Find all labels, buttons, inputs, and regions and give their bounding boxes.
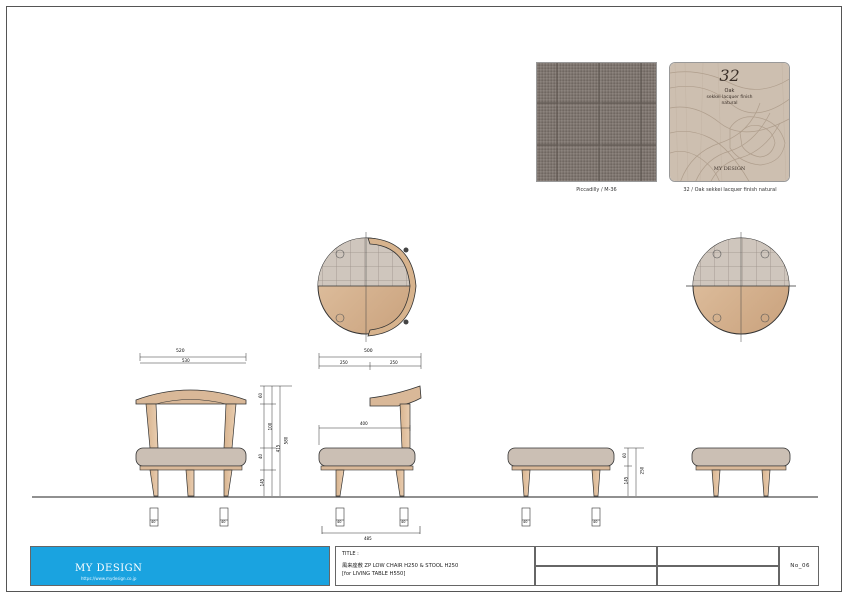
- leg-sections: [149, 507, 601, 534]
- brand-url: https://www.mydesign.co.jp: [81, 576, 137, 581]
- dim-h-seat-cushion: 40: [258, 453, 264, 460]
- chair-front-elevation: [135, 389, 247, 497]
- dim-leg-width-1: 40: [151, 520, 156, 524]
- brand-logo-text: MY DESIGN: [75, 563, 143, 574]
- dim-leg-width-5: 40: [523, 520, 528, 524]
- dim-side-half-left: 250: [340, 360, 348, 365]
- title-line1: 風来座敷 ZP LOW CHAIR H250 & STOOL H250: [342, 563, 459, 569]
- dim-stool-leg: 145: [623, 476, 629, 485]
- dim-front-width: 520: [176, 349, 185, 354]
- dim-h-seat: 415: [275, 444, 281, 453]
- stool-side-elevation: [507, 447, 615, 497]
- dim-side-leg-span: 485: [364, 536, 372, 541]
- dim-leg-width-3: 40: [337, 520, 342, 524]
- technical-drawing: [32, 232, 818, 534]
- title-label: TITLE :: [342, 551, 359, 557]
- drawing-sheet: Piccadilly / M-36 32 Oak sekkei lacquer …: [0, 0, 850, 600]
- dim-side-half-right: 250: [390, 360, 398, 365]
- dim-leg-width-6: 40: [593, 520, 598, 524]
- dim-stool-total: 250: [639, 466, 645, 475]
- title-block-number: No_06: [779, 546, 819, 586]
- title-block-cell-c: [657, 546, 779, 566]
- dim-arm-depth: 400: [360, 421, 368, 426]
- dimension-lines: [139, 353, 644, 496]
- dim-front-inner: 530: [182, 358, 190, 363]
- stool-front-elevation: [691, 447, 791, 497]
- sheet-number: No_06: [790, 563, 810, 569]
- title-block-cell-a: [535, 546, 657, 566]
- title-block-title: TITLE : 風来座敷 ZP LOW CHAIR H250 & STOOL H…: [335, 546, 535, 586]
- dim-stool-cushion: 60: [622, 452, 628, 459]
- title-block-cell-d: [657, 566, 779, 586]
- title-line2: [for LIVING TABLE H550]: [342, 571, 406, 577]
- chair-plan-view: [317, 232, 417, 342]
- dim-h-top: 60: [258, 392, 264, 399]
- dim-h-leg: 145: [259, 478, 265, 487]
- dim-h-back: 100: [267, 422, 273, 431]
- title-block-cell-b: [535, 566, 657, 586]
- dim-side-depth: 500: [364, 349, 373, 354]
- dim-h-total: 580: [283, 436, 289, 445]
- stool-plan-view: [686, 232, 796, 342]
- dim-leg-width-4: 40: [401, 520, 406, 524]
- chair-side-elevation: [318, 385, 422, 497]
- dim-leg-width-2: 40: [221, 520, 226, 524]
- title-block-logo: MY DESIGN https://www.mydesign.co.jp: [30, 546, 330, 586]
